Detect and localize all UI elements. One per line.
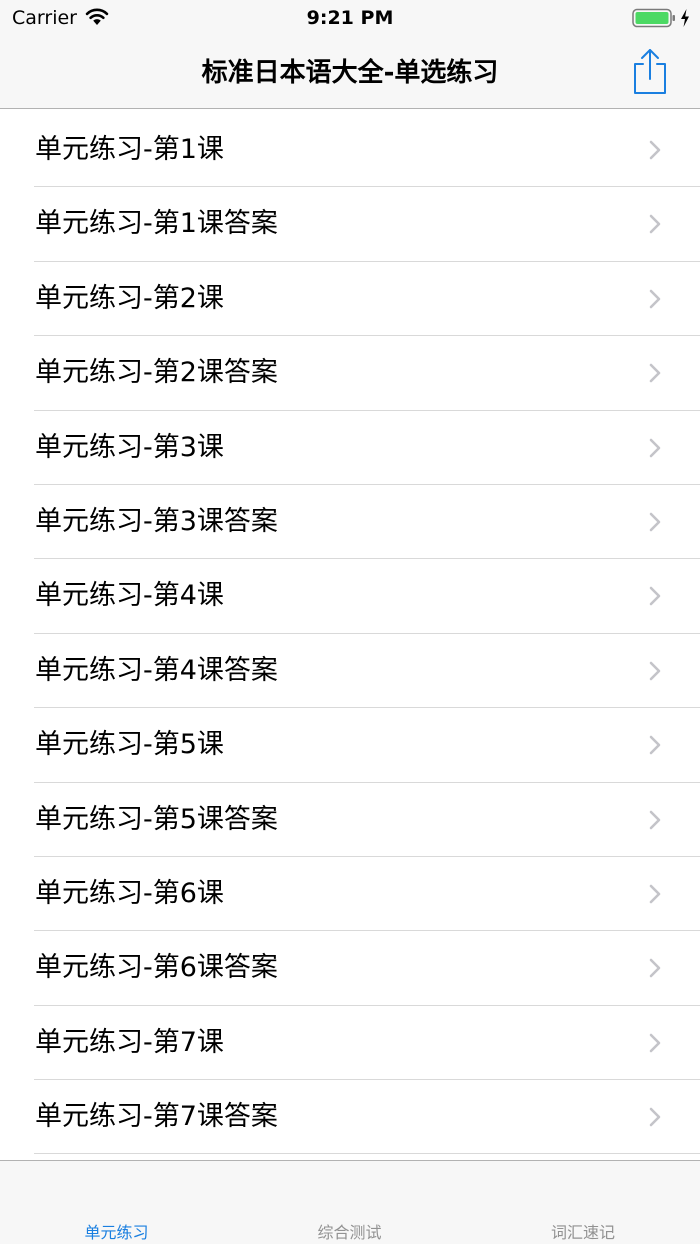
list-item-label: 单元练习-第7课答案 [35, 1101, 278, 1133]
share-button[interactable] [626, 46, 674, 98]
chevron-right-icon [649, 1107, 661, 1127]
list-item[interactable]: 单元练习-第3课答案 [0, 485, 700, 560]
chevron-right-icon [649, 215, 661, 234]
tab-label: 综合测试 [317, 1223, 382, 1242]
tab-bar: 单元练习 综合测试 词汇速记 [0, 1160, 700, 1244]
list-item-label: 单元练习-第4课答案 [35, 654, 278, 686]
page-title: 标准日本语大全-单选练习 [201, 58, 499, 88]
list-item[interactable]: 单元练习-第3课 [0, 411, 700, 485]
chevron-right-icon [649, 587, 661, 606]
list-item-label: 单元练习-第3课 [35, 431, 224, 463]
chevron-right-icon [649, 438, 661, 457]
status-bar: Carrier 9:21 PM [0, 0, 700, 40]
battery-icon [632, 8, 675, 28]
share-icon [634, 49, 666, 94]
list-item-label: 单元练习-第5课答案 [35, 803, 278, 835]
chevron-right-icon [649, 289, 661, 309]
list-item[interactable]: 单元练习-第4课答案 [0, 634, 700, 709]
chevron-right-icon [649, 140, 661, 160]
chevron-right-icon [649, 1033, 661, 1052]
navigation-bar: 标准日本语大全-单选练习 [0, 40, 700, 109]
chevron-right-icon [649, 512, 661, 532]
charging-bolt-icon [681, 9, 689, 27]
list-item-label: 单元练习-第6课 [35, 877, 224, 909]
list-item-label: 单元练习-第1课 [35, 134, 224, 165]
status-time: 9:21 PM [306, 7, 394, 29]
app-screen: Carrier 9:21 PM 标准日本语大全-单选练习 单元练习-第1课 单元… [0, 0, 700, 1244]
tab-unit-practice[interactable]: 单元练习 [0, 1161, 233, 1244]
row-separator [34, 1153, 700, 1155]
chevron-right-icon [649, 363, 661, 383]
list-item-label: 单元练习-第1课答案 [35, 208, 278, 240]
list-item[interactable]: 单元练习-第6课 [0, 857, 700, 932]
chevron-right-icon [649, 958, 661, 978]
list-item[interactable]: 单元练习-第4课 [0, 559, 700, 634]
list-item[interactable]: 单元练习-第2课答案 [0, 336, 700, 411]
tab-vocabulary-memo[interactable]: 词汇速记 [466, 1161, 700, 1244]
tab-comprehensive-test[interactable]: 综合测试 [233, 1161, 466, 1244]
chevron-right-icon [649, 884, 661, 904]
chevron-right-icon [649, 661, 661, 681]
tab-label: 单元练习 [84, 1223, 149, 1242]
chevron-right-icon [649, 735, 661, 755]
list-item[interactable]: 单元练习-第2课 [0, 262, 700, 337]
chevron-right-icon [649, 810, 661, 829]
list-item[interactable]: 单元练习-第5课答案 [0, 783, 700, 857]
list-item[interactable]: 单元练习-第7课答案 [0, 1080, 700, 1155]
list-item-label: 单元练习-第6课答案 [35, 952, 278, 984]
list-item-label: 单元练习-第3课答案 [35, 505, 278, 537]
list-item[interactable]: 单元练习-第1课 [0, 113, 700, 188]
list-item-label: 单元练习-第7课 [35, 1026, 224, 1058]
list-item-label: 单元练习-第2课 [35, 282, 224, 314]
list-item-label: 单元练习-第5课 [35, 729, 224, 761]
list-item[interactable]: 单元练习-第5课 [0, 708, 700, 783]
list-item[interactable]: 单元练习-第7课 [0, 1006, 700, 1081]
list-item-label: 单元练习-第4课 [35, 580, 224, 612]
list-item[interactable]: 单元练习-第1课答案 [0, 187, 700, 262]
list-item-label: 单元练习-第2课答案 [35, 357, 278, 389]
list-item[interactable]: 单元练习-第6课答案 [0, 931, 700, 1006]
tab-label: 词汇速记 [550, 1223, 615, 1242]
lesson-list: 单元练习-第1课 单元练习-第1课答案 单元练习-第2课 单元练习-第2课答案 … [0, 113, 700, 1159]
